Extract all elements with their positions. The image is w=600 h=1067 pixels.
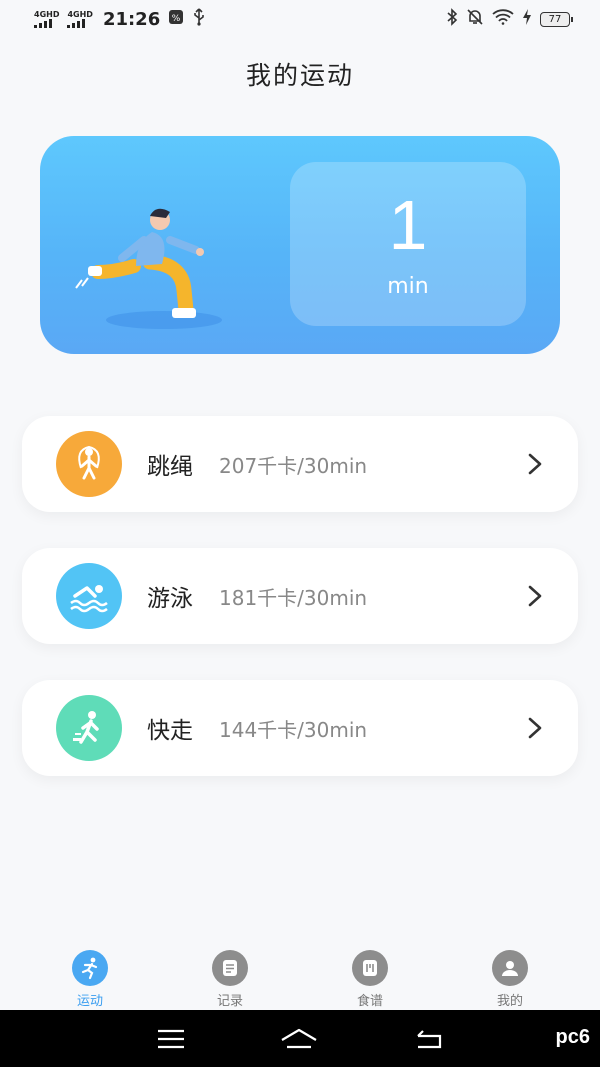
runner-illustration <box>75 208 222 329</box>
battery-indicator: 77 <box>540 11 573 27</box>
menu-icon[interactable] <box>156 1028 186 1050</box>
page-title: 我的运动 <box>245 61 354 90</box>
bluetooth-icon <box>446 7 458 31</box>
network-type: 4GHD <box>34 9 60 19</box>
tab-recipe[interactable]: 食谱 <box>315 938 425 1010</box>
tab-label: 运动 <box>76 994 103 1009</box>
exercise-calories: 181千卡/30min <box>219 585 368 610</box>
tab-record[interactable]: 记录 <box>175 938 285 1010</box>
timer-display[interactable]: 1 min <box>290 162 526 326</box>
network-type: 4GHD <box>67 9 93 19</box>
home-icon[interactable] <box>279 1027 319 1051</box>
svg-text:%: % <box>172 14 181 24</box>
notification-icon: % <box>168 9 184 29</box>
running-icon <box>72 950 108 986</box>
user-icon <box>492 950 528 986</box>
jump-rope-icon <box>56 431 122 497</box>
chevron-right-icon <box>528 453 542 475</box>
exercise-calories: 207千卡/30min <box>219 453 368 478</box>
status-bar: 4GHD 4GHD 21:26 % 77 <box>0 0 600 38</box>
chevron-right-icon <box>528 585 542 607</box>
tab-exercise[interactable]: 运动 <box>35 938 145 1010</box>
back-icon[interactable] <box>412 1028 444 1050</box>
watermark-logo: pc6 <box>555 1026 590 1048</box>
exercise-calories: 144千卡/30min <box>219 717 368 742</box>
timer-value: 1 <box>388 186 428 264</box>
exercise-card-swimming[interactable]: 游泳 181千卡/30min <box>22 548 578 644</box>
tab-label: 我的 <box>496 994 523 1009</box>
walking-icon <box>56 695 122 761</box>
exercise-name: 游泳 <box>147 586 193 612</box>
tab-label: 记录 <box>216 994 243 1009</box>
bottom-tab-bar: 运动 记录 食谱 我的 <box>0 938 600 1010</box>
recipe-icon <box>352 950 388 986</box>
exercise-name: 跳绳 <box>147 454 193 480</box>
clock: 21:26 <box>102 8 161 30</box>
charging-icon <box>522 8 532 30</box>
chevron-right-icon <box>528 717 542 739</box>
record-icon <box>212 950 248 986</box>
tab-mine[interactable]: 我的 <box>455 938 565 1010</box>
mute-bell-icon <box>466 8 484 31</box>
exercise-name: 快走 <box>147 718 193 744</box>
signal-sim1: 4GHD <box>34 9 60 28</box>
system-nav-bar <box>0 1010 600 1067</box>
timer-unit: min <box>387 274 429 299</box>
tab-label: 食谱 <box>356 994 383 1009</box>
swimming-icon <box>56 563 122 629</box>
exercise-card-jump-rope[interactable]: 跳绳 207千卡/30min <box>22 416 578 512</box>
usb-icon <box>192 8 206 30</box>
exercise-card-brisk-walk[interactable]: 快走 144千卡/30min <box>22 680 578 776</box>
hero-banner: 1 min <box>40 136 560 354</box>
wifi-icon <box>492 8 514 30</box>
signal-sim2: 4GHD <box>67 9 93 28</box>
